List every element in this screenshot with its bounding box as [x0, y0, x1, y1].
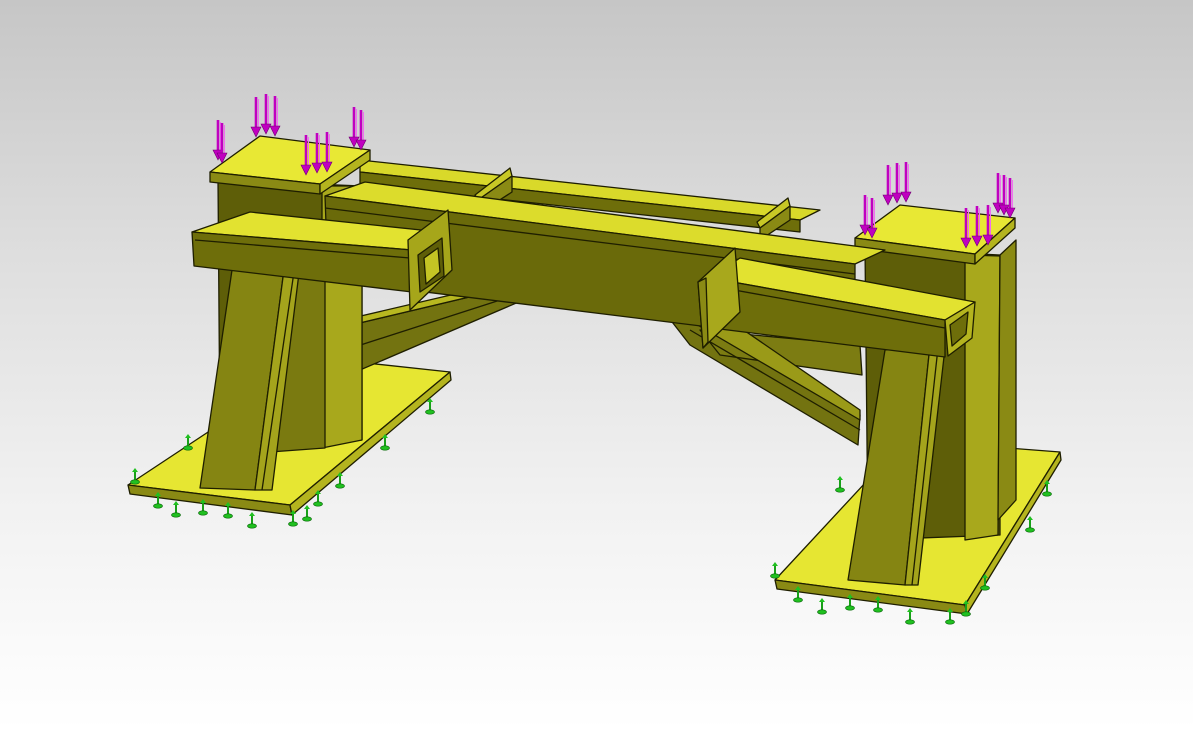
frame-model-scene[interactable] — [0, 0, 1193, 730]
welded-steel-frame[interactable] — [127, 135, 1062, 615]
cad-3d-viewport[interactable] — [0, 0, 1193, 730]
